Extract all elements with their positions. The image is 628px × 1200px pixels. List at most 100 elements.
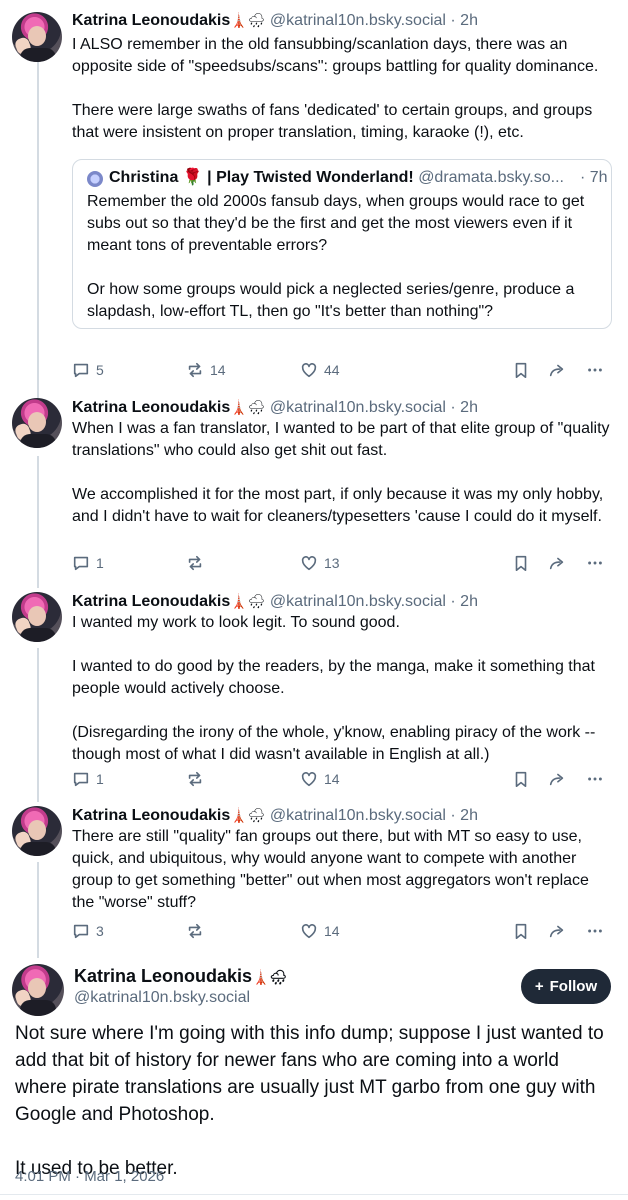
post-actions: 5 14 44 [72,359,612,381]
reply-count: 5 [96,362,104,378]
post-time[interactable]: · 2h [450,807,478,824]
reply-button[interactable]: 3 [72,920,104,942]
repost-icon [188,555,202,571]
post-paragraph: There were large swaths of fans 'dedicat… [72,102,593,141]
like-count: 14 [324,771,340,787]
author-handle[interactable]: @katrinal10n.bsky.social [270,12,446,29]
bookmark-icon [515,923,527,940]
like-button[interactable]: 14 [300,768,340,790]
post-time[interactable]: · 2h [450,593,478,610]
share-icon [549,925,564,938]
share-icon [549,773,564,786]
repost-icon [188,771,202,787]
thread-post[interactable]: Katrina Leonoudakis🗼🌧 @katrinal10n.bsky.… [0,9,628,391]
share-icon [549,557,564,570]
post-time[interactable]: · 2h [450,12,478,29]
post-actions: 3 14 [72,920,612,942]
author-emoji: 🗼🌧 [230,399,266,415]
more-button[interactable] [586,920,604,942]
quoted-post[interactable]: Christina 🌹 | Play Twisted Wonderland! @… [72,159,612,329]
thread-post[interactable]: Katrina Leonoudakis🗼🌧 @katrinal10n.bsky.… [0,590,628,798]
like-button[interactable]: 13 [300,552,340,574]
divider [0,1194,628,1195]
more-icon [588,561,602,565]
follow-label: Follow [549,978,598,995]
post-paragraph: I wanted to do good by the readers, by t… [72,658,595,697]
bookmark-button[interactable] [512,552,530,574]
repost-button[interactable] [186,768,210,790]
more-button[interactable] [586,768,604,790]
heart-icon [301,556,317,571]
post-text: Not sure where I'm going with this info … [15,1020,615,1182]
avatar[interactable] [12,398,62,448]
reply-button[interactable]: 1 [72,768,104,790]
reply-button[interactable]: 1 [72,552,104,574]
more-button[interactable] [586,359,604,381]
bookmark-button[interactable] [512,920,530,942]
avatar[interactable] [12,964,64,1016]
post-paragraph: We accomplished it for the most part, if… [72,486,604,525]
like-count: 14 [324,923,340,939]
post-paragraph: I ALSO remember in the old fansubbing/sc… [72,36,599,75]
share-button[interactable] [548,552,566,574]
reply-button[interactable]: 5 [72,359,104,381]
author-name[interactable]: Katrina Leonoudakis🗼🌧 [74,964,287,989]
quote-header: Christina 🌹 | Play Twisted Wonderland! @… [109,167,608,189]
share-icon [549,364,564,377]
post-actions: 1 13 [72,552,612,574]
heart-icon [301,363,317,378]
reply-count: 3 [96,923,104,939]
more-icon [588,929,602,933]
bookmark-button[interactable] [512,359,530,381]
thread-post[interactable]: Katrina Leonoudakis🗼🌧 @katrinal10n.bsky.… [0,804,628,954]
author-name[interactable]: Katrina Leonoudakis [72,399,230,416]
author-handle[interactable]: @katrinal10n.bsky.social [270,807,446,824]
share-button[interactable] [548,359,566,381]
author-name[interactable]: Katrina Leonoudakis [72,807,230,824]
author-name-text: Katrina Leonoudakis [74,966,253,986]
repost-button[interactable] [186,552,210,574]
author-handle[interactable]: @katrinal10n.bsky.social [270,593,446,610]
post-header: Katrina Leonoudakis🗼🌧 @katrinal10n.bsky.… [72,590,478,613]
avatar[interactable] [12,806,62,856]
author-name[interactable]: Katrina Leonoudakis [72,593,230,610]
author-handle[interactable]: @katrinal10n.bsky.social [270,399,446,416]
thread-post[interactable]: Katrina Leonoudakis🗼🌧 @katrinal10n.bsky.… [0,396,628,582]
author-name[interactable]: Katrina Leonoudakis [72,12,230,29]
bookmark-button[interactable] [512,768,530,790]
bookmark-icon [515,771,527,788]
post-time[interactable]: · 2h [450,399,478,416]
quote-paragraph: Remember the old 2000s fansub days, when… [87,193,585,254]
reply-count: 1 [96,555,104,571]
post-header: Katrina Leonoudakis🗼🌧 @katrinal10n.bsky.… [72,804,478,827]
heart-icon [301,924,317,939]
like-button[interactable]: 44 [300,359,340,381]
repost-count: 14 [210,362,226,378]
reply-icon [73,924,89,939]
more-button[interactable] [586,552,604,574]
author-handle[interactable]: @katrinal10n.bsky.social [74,987,250,1009]
like-count: 13 [324,555,340,571]
share-button[interactable] [548,920,566,942]
avatar[interactable] [12,12,62,62]
repost-icon [188,923,202,939]
quote-time: · 7h [580,169,608,186]
post-timestamp[interactable]: 4:01 PM · Mar 1, 2026 [15,1166,164,1188]
like-count: 44 [324,362,340,378]
follow-button[interactable]: + Follow [521,969,611,1004]
post-paragraph: (Disregarding the irony of the whole, y'… [72,724,596,763]
quote-avatar [87,171,103,187]
more-icon [588,777,602,781]
like-button[interactable]: 14 [300,920,340,942]
author-emoji: 🗼🌧 [252,969,288,985]
post-text: I wanted my work to look legit. To sound… [72,612,612,766]
bookmark-icon [515,555,527,572]
repost-button[interactable]: 14 [186,359,226,381]
more-icon [588,368,602,372]
repost-button[interactable] [186,920,210,942]
share-button[interactable] [548,768,566,790]
author-emoji: 🗼🌧 [230,593,266,609]
avatar[interactable] [12,592,62,642]
heart-icon [301,772,317,787]
author-emoji: 🗼🌧 [230,12,266,28]
